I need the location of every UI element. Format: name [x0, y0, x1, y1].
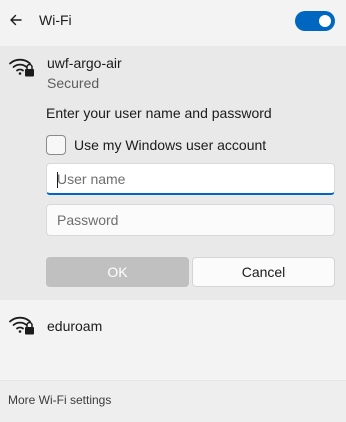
more-wifi-settings-link[interactable]: More Wi-Fi settings [8, 393, 111, 407]
text-caret [57, 172, 58, 188]
wifi-secured-icon [9, 58, 34, 77]
page-title: Wi-Fi [39, 12, 72, 28]
back-arrow-icon [10, 14, 22, 26]
network-item-expanded: uwf-argo-air Secured Enter your user nam… [0, 46, 346, 300]
auth-prompt: Enter your user name and password [46, 105, 272, 121]
network-name: uwf-argo-air [47, 55, 122, 71]
wifi-header: Wi-Fi [0, 0, 346, 44]
password-field [46, 204, 335, 236]
network-item-eduroam[interactable]: eduroam [0, 302, 346, 350]
wifi-flyout: Wi-Fi uwf-argo-air Secured Enter your us… [0, 0, 346, 422]
windows-account-checkbox-label[interactable]: Use my Windows user account [74, 137, 266, 153]
username-field [46, 163, 335, 195]
toggle-knob [319, 15, 331, 27]
password-input[interactable] [47, 205, 334, 235]
username-input[interactable] [47, 164, 334, 193]
back-button[interactable] [6, 9, 28, 31]
ok-button[interactable]: OK [46, 257, 189, 287]
network-name: eduroam [47, 318, 103, 334]
wifi-toggle[interactable] [295, 11, 335, 31]
wifi-secured-icon [9, 316, 34, 335]
footer: More Wi-Fi settings [0, 381, 346, 422]
network-status: Secured [47, 75, 100, 91]
windows-account-checkbox[interactable] [46, 135, 66, 155]
cancel-button[interactable]: Cancel [192, 257, 335, 287]
